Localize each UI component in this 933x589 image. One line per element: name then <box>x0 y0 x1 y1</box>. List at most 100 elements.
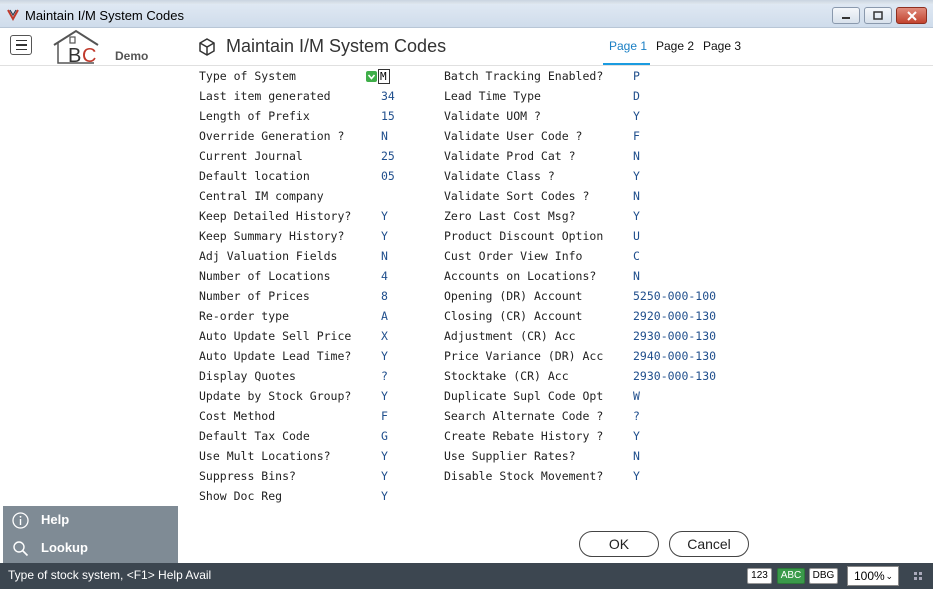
field-value[interactable]: F <box>633 126 640 146</box>
field-label: Default Tax Code <box>199 429 310 443</box>
field-value[interactable]: 25 <box>381 146 395 166</box>
tab-page-3[interactable]: Page 3 <box>703 39 741 53</box>
field-label: Validate UOM ? <box>444 109 541 123</box>
field-label: Auto Update Lead Time? <box>199 349 352 363</box>
field-label: Display Quotes <box>199 369 296 383</box>
field-label: Validate Sort Codes ? <box>444 189 590 203</box>
field-label: Stocktake (CR) Acc <box>444 369 569 383</box>
field-label: Keep Summary History? <box>199 229 345 243</box>
field-value[interactable]: Y <box>381 206 388 226</box>
field-value[interactable]: A <box>381 306 388 326</box>
minimize-button[interactable] <box>832 7 860 24</box>
field-label: Opening (DR) Account <box>444 289 583 303</box>
field-value[interactable]: 34 <box>381 86 395 106</box>
field-value[interactable]: 2940-000-130 <box>633 346 716 366</box>
field-label: Product Discount Option <box>444 229 604 243</box>
field-value[interactable]: W <box>633 386 640 406</box>
field-value[interactable]: 2930-000-130 <box>633 326 716 346</box>
field-label: Validate Prod Cat ? <box>444 149 576 163</box>
field-value[interactable]: Y <box>633 166 640 186</box>
logo-house-icon: B C <box>53 29 99 65</box>
field-value[interactable]: Y <box>381 226 388 246</box>
field-value[interactable]: Y <box>633 206 640 226</box>
menu-button[interactable] <box>10 35 32 55</box>
svg-text:C: C <box>82 45 96 65</box>
help-button[interactable]: Help <box>3 506 178 534</box>
field-label: Current Journal <box>199 149 303 163</box>
field-label: Validate Class ? <box>444 169 555 183</box>
field-label: Batch Tracking Enabled? <box>444 69 604 83</box>
field-value[interactable]: N <box>633 146 640 166</box>
close-button[interactable] <box>896 7 927 24</box>
zoom-select[interactable]: 100% ⌄ <box>847 566 899 586</box>
window-titlebar: Maintain I/M System Codes <box>0 4 933 28</box>
field-label: Re-order type <box>199 309 290 323</box>
field-value[interactable]: Y <box>381 466 388 486</box>
field-label: Auto Update Sell Price <box>199 329 352 343</box>
field-label: Type of System <box>199 69 296 83</box>
minimize-icon <box>842 16 850 19</box>
help-label: Help <box>41 512 70 527</box>
field-value[interactable]: 05 <box>381 166 395 186</box>
field-value[interactable]: N <box>633 266 640 286</box>
field-label: Number of Locations <box>199 269 331 283</box>
caps-mode-badge[interactable]: ABC <box>777 568 805 584</box>
field-value[interactable]: Y <box>381 346 388 366</box>
field-value[interactable]: Y <box>633 466 640 486</box>
debug-mode-badge[interactable]: DBG <box>809 568 838 584</box>
field-value[interactable]: 4 <box>381 266 388 286</box>
field-label: Cost Method <box>199 409 276 423</box>
field-value[interactable]: X <box>381 326 388 346</box>
field-value[interactable]: D <box>633 86 640 106</box>
info-icon <box>12 512 29 529</box>
side-panel: Help Lookup <box>3 506 178 563</box>
field-label: Cust Order View Info <box>444 249 583 263</box>
field-value[interactable]: 5250-000-100 <box>633 286 716 306</box>
field-label: Last item generated <box>199 89 331 103</box>
field-value[interactable]: ? <box>381 366 388 386</box>
lookup-button[interactable]: Lookup <box>3 534 178 562</box>
field-value[interactable]: G <box>381 426 388 446</box>
window-title: Maintain I/M System Codes <box>25 8 184 23</box>
field-label: Keep Detailed History? <box>199 209 352 223</box>
field-value[interactable]: Y <box>633 106 640 126</box>
field-value[interactable]: Y <box>633 426 640 446</box>
field-value[interactable]: 2920-000-130 <box>633 306 716 326</box>
field-label: Zero Last Cost Msg? <box>444 209 576 223</box>
field-value[interactable]: C <box>633 246 640 266</box>
tab-page-1[interactable]: Page 1 <box>609 39 647 53</box>
field-value[interactable]: Y <box>381 386 388 406</box>
field-label: Use Supplier Rates? <box>444 449 576 463</box>
resize-grip-icon[interactable] <box>913 571 923 581</box>
type-of-system-input[interactable]: M <box>378 69 390 84</box>
cancel-button[interactable]: Cancel <box>669 531 749 557</box>
field-value[interactable]: 15 <box>381 106 395 126</box>
field-label: Duplicate Supl Code Opt <box>444 389 604 403</box>
field-value[interactable]: F <box>381 406 388 426</box>
field-label: Create Rebate History ? <box>444 429 604 443</box>
maximize-button[interactable] <box>864 7 892 24</box>
tab-page-2[interactable]: Page 2 <box>656 39 694 53</box>
hamburger-line <box>15 39 27 42</box>
field-value[interactable]: P <box>633 66 640 86</box>
zoom-value: 100% <box>854 569 885 583</box>
field-value[interactable]: Y <box>381 486 388 506</box>
field-value[interactable]: U <box>633 226 640 246</box>
field-label: Closing (CR) Account <box>444 309 583 323</box>
ok-button[interactable]: OK <box>579 531 659 557</box>
search-icon <box>13 541 29 557</box>
field-value[interactable]: N <box>633 186 640 206</box>
field-value[interactable]: N <box>381 126 388 146</box>
field-label: Show Doc Reg <box>199 489 283 503</box>
field-value[interactable]: ? <box>633 406 640 426</box>
field-label: Accounts on Locations? <box>444 269 597 283</box>
field-value[interactable]: N <box>633 446 640 466</box>
cube-icon <box>199 38 215 56</box>
numeric-mode-badge[interactable]: 123 <box>747 568 772 584</box>
page-title: Maintain I/M System Codes <box>226 36 447 56</box>
field-value[interactable]: Y <box>381 446 388 466</box>
field-value[interactable]: 8 <box>381 286 388 306</box>
field-value[interactable]: 2930-000-130 <box>633 366 716 386</box>
hamburger-line <box>15 44 27 46</box>
field-value[interactable]: N <box>381 246 388 266</box>
